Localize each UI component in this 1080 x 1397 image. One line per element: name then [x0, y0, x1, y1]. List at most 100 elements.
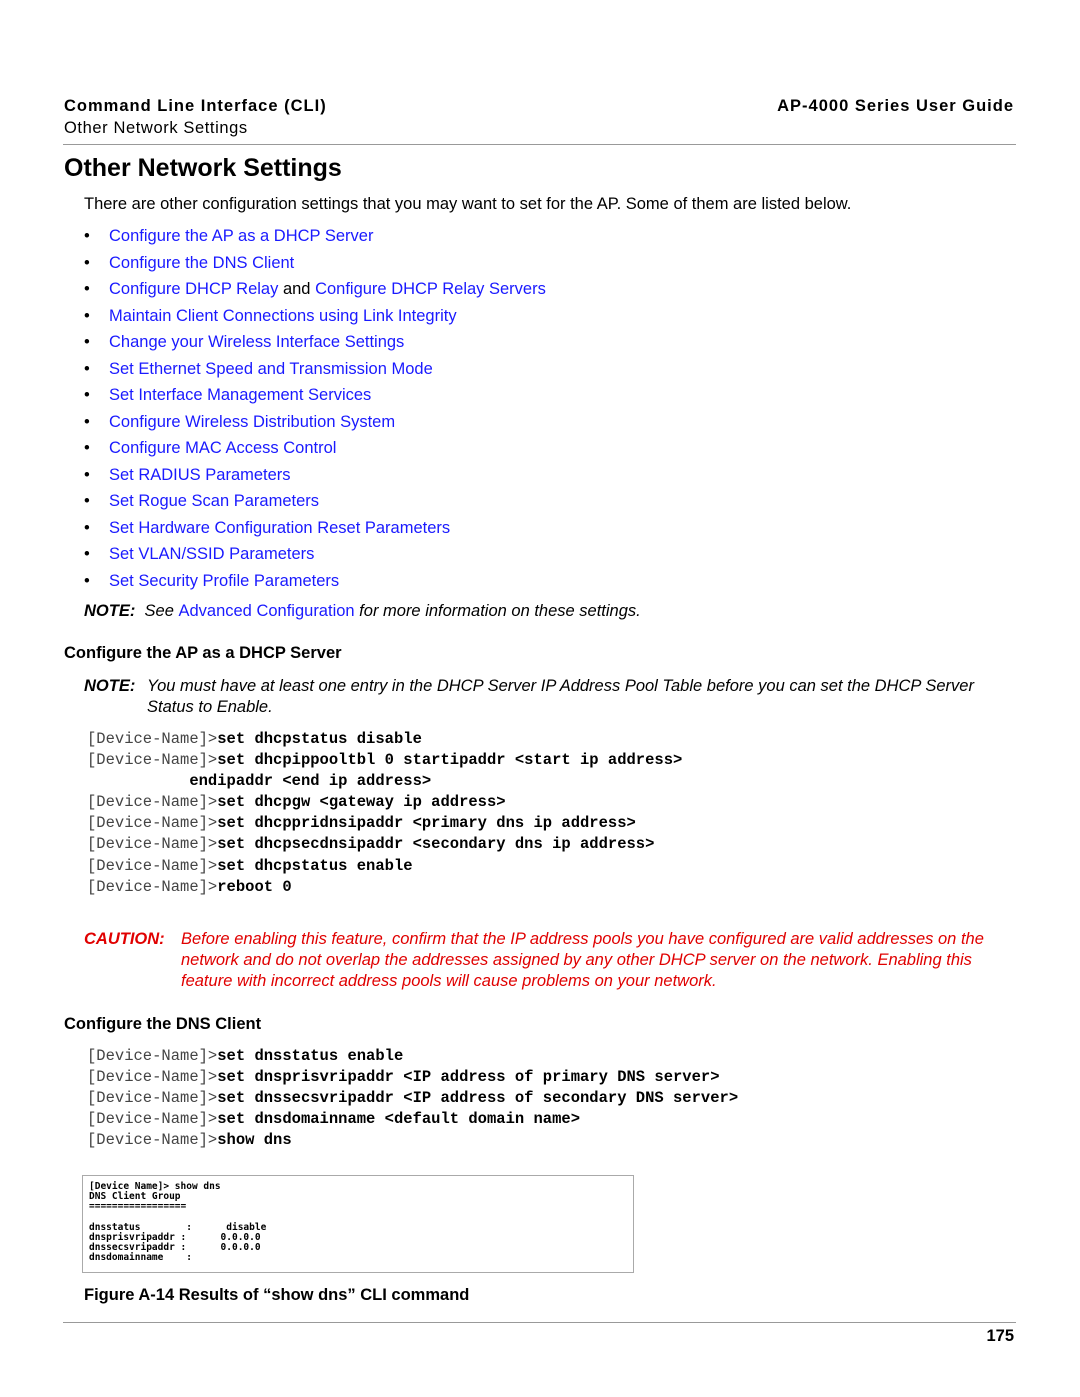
cli-prompt: [Device-Name]> [87, 1047, 218, 1065]
list-item: • Set Security Profile Parameters [84, 570, 546, 597]
settings-link[interactable]: Set RADIUS Parameters [109, 466, 291, 484]
settings-link[interactable]: Set Rogue Scan Parameters [109, 492, 319, 510]
settings-link[interactable]: Set Security Profile Parameters [109, 572, 339, 590]
bullet-icon: • [84, 545, 90, 563]
screenshot-text: [Device Name]> show dns DNS Client Group… [89, 1181, 267, 1264]
list-item: • Set Ethernet Speed and Transmission Mod… [84, 358, 546, 385]
bullet-icon: • [84, 306, 90, 325]
list-item: • Set Hardware Configuration Reset Parame… [84, 517, 546, 544]
code-line: [Device-Name]>set dhcpippooltbl 0 starti… [87, 750, 682, 771]
cli-prompt: [Device-Name]> [87, 877, 218, 896]
note-label: NOTE: [84, 602, 136, 620]
settings-link[interactable]: Configure DHCP Relay [109, 280, 278, 298]
cli-command: set dhcpgw <gateway ip address> [217, 793, 506, 812]
settings-link-list: • Configure the AP as a DHCP Server • Confi… [84, 225, 546, 596]
cli-command: show dns [217, 1131, 292, 1150]
list-item: • Configure Wireless Distribution System [84, 411, 546, 438]
settings-link[interactable]: Configure Wireless Distribution System [109, 413, 395, 431]
code-line: [Device-Name]>set dnsdomainname <default… [87, 1109, 738, 1130]
page-title: Other Network Settings [64, 154, 342, 182]
caution-dhcp: CAUTION: Before enabling this feature, c… [84, 929, 1024, 992]
note-text: for more information on these settings. [354, 602, 641, 620]
list-item: • Set VLAN/SSID Parameters [84, 543, 546, 570]
footer-rule [63, 1322, 1016, 1323]
note-advanced: NOTE: See Advanced Configuration for mor… [84, 602, 641, 621]
cli-command: set dnsstatus enable [217, 1047, 404, 1065]
code-line: [Device-Name]>set dhcpstatus disable [87, 729, 682, 750]
list-item: • Configure DHCP Relay and Configure DHCP… [84, 278, 546, 305]
bullet-icon: • [84, 571, 90, 590]
header-guide-title: AP-4000 Series User Guide [777, 97, 1014, 115]
note-text: See [144, 602, 179, 620]
cli-command: set dnsprisvripaddr <IP address of prima… [217, 1068, 720, 1087]
cli-prompt: [Device-Name]> [87, 1110, 218, 1129]
settings-link[interactable]: Configure the AP as a DHCP Server [109, 227, 373, 245]
code-line: [Device-Name]>set dhcpsecdnsipaddr <seco… [87, 834, 682, 855]
code-line: [Device-Name]>set dhcppridnsipaddr <prim… [87, 813, 682, 834]
cli-prompt: [Device-Name]> [87, 793, 218, 812]
figure-caption: Figure A-14 Results of “show dns” CLI co… [84, 1286, 470, 1304]
list-item: • Set Rogue Scan Parameters [84, 490, 546, 517]
list-item: • Configure MAC Access Control [84, 437, 546, 464]
settings-link[interactable]: Set Ethernet Speed and Transmission Mode [109, 360, 433, 378]
note-label: NOTE: [84, 677, 136, 695]
settings-link[interactable]: Set Hardware Configuration Reset Paramet… [109, 519, 450, 537]
cli-command: set dhcpstatus enable [217, 856, 413, 875]
cli-prompt: [Device-Name]> [87, 835, 218, 854]
list-item: • Change your Wireless Interface Settings [84, 331, 546, 358]
cli-command: set dhcpippooltbl 0 startipaddr <start i… [217, 751, 683, 770]
list-text: and [278, 280, 316, 298]
code-line: [Device-Name]>show dns [87, 1130, 738, 1151]
settings-link[interactable]: Set VLAN/SSID Parameters [109, 545, 314, 563]
cli-command: set dhcpsecdnsipaddr <secondary dns ip a… [217, 835, 655, 854]
list-item: • Set RADIUS Parameters [84, 464, 546, 491]
code-line: [Device-Name]>set dnsstatus enable [87, 1046, 738, 1067]
cli-prompt: [Device-Name]> [87, 751, 218, 770]
bullet-icon: • [84, 492, 90, 510]
bullet-icon: • [84, 465, 90, 484]
note-text: You must have at least one entry in the … [147, 677, 974, 716]
settings-link[interactable]: Change your Wireless Interface Settings [109, 333, 404, 351]
header-chapter-title: Command Line Interface (CLI) [64, 97, 327, 115]
code-line: [Device-Name]>set dnssecsvripaddr <IP ad… [87, 1088, 738, 1109]
header-section-title: Other Network Settings [64, 119, 248, 137]
settings-link[interactable]: Configure MAC Access Control [109, 439, 336, 457]
cli-prompt: [Device-Name]> [87, 1068, 218, 1087]
bullet-icon: • [84, 333, 90, 351]
cli-prompt: [Device-Name]> [87, 814, 218, 833]
note-dhcp: NOTE: You must have at least one entry i… [84, 676, 1004, 718]
cli-command: set dnsdomainname <default domain name> [217, 1110, 580, 1129]
caution-label: CAUTION: [84, 930, 165, 948]
cli-prompt: [Device-Name]> [87, 730, 218, 748]
list-item: • Configure the DNS Client [84, 252, 546, 279]
dhcp-code-block: [Device-Name]>set dhcpstatus disable [Dev… [87, 729, 682, 898]
dns-code-block: [Device-Name]>set dnsstatus enable [Devic… [87, 1046, 738, 1151]
cli-prompt [87, 772, 189, 790]
code-line: [Device-Name]>set dhcpstatus enable [87, 856, 682, 877]
bullet-icon: • [84, 386, 90, 404]
bullet-icon: • [84, 439, 90, 457]
code-line: [Device-Name]>set dhcpgw <gateway ip add… [87, 792, 682, 813]
bullet-icon: • [84, 412, 90, 431]
cli-command: set dhcpstatus disable [217, 730, 422, 748]
cli-command: endipaddr <end ip address> [189, 772, 432, 791]
settings-link[interactable]: Set Interface Management Services [109, 386, 371, 404]
settings-link[interactable]: Configure DHCP Relay Servers [315, 280, 546, 298]
list-item: • Set Interface Management Services [84, 384, 546, 411]
settings-link[interactable]: Configure the DNS Client [109, 254, 294, 272]
bullet-icon: • [84, 253, 90, 272]
advanced-configuration-link[interactable]: Advanced Configuration [178, 602, 354, 620]
bullet-icon: • [84, 227, 90, 245]
cli-prompt: [Device-Name]> [87, 856, 218, 875]
section-heading-dns: Configure the DNS Client [64, 1015, 262, 1033]
list-item: • Maintain Client Connections using Link … [84, 305, 546, 332]
bullet-icon: • [84, 280, 90, 298]
cli-command: reboot 0 [217, 877, 292, 896]
cli-command: set dhcppridnsipaddr <primary dns ip add… [217, 814, 636, 833]
document-page: Command Line Interface (CLI) Other Netwo… [0, 0, 1080, 1397]
header-rule [63, 144, 1016, 145]
intro-text: There are other configuration settings t… [84, 195, 852, 213]
settings-link[interactable]: Maintain Client Connections using Link I… [109, 307, 457, 325]
code-line: [Device-Name]>set dnsprisvripaddr <IP ad… [87, 1067, 738, 1088]
section-heading-dhcp: Configure the AP as a DHCP Server [64, 644, 342, 662]
